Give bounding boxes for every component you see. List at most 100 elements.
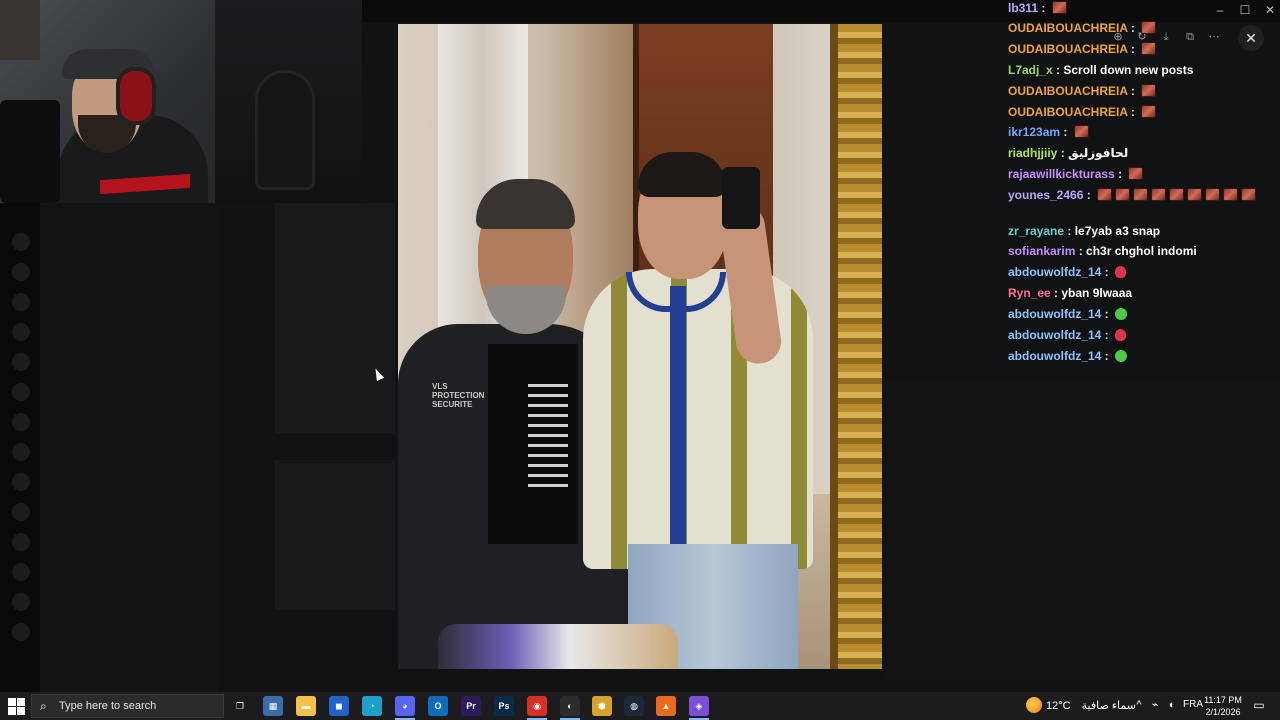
server-icon[interactable] <box>12 323 30 341</box>
chat-message: L7adj_x : Scroll down new posts <box>1008 62 1193 80</box>
chat-emote-icon <box>1141 21 1157 34</box>
chevron-up-icon[interactable]: ^ <box>1132 698 1146 712</box>
chat-separator: : <box>1083 188 1095 202</box>
chat-emote-icon <box>1133 188 1149 201</box>
windows-start-icon[interactable] <box>6 696 26 716</box>
chat-username[interactable]: OUDAIBOUACHREIA <box>1008 21 1128 35</box>
chat-username[interactable]: lb311 <box>1008 1 1038 15</box>
clock-time: 11:17 PM <box>1204 695 1242 705</box>
young-man-hair <box>638 152 726 197</box>
shirt-placket <box>670 286 686 566</box>
weather-widget[interactable]: 12°C سماء صافية <box>1046 699 1136 712</box>
chat-message: sofiankarim : ch3r chghol indomi <box>1008 243 1197 261</box>
steam-icon[interactable]: ◍ <box>624 696 644 716</box>
obs-icon[interactable]: ◐ <box>560 696 580 716</box>
shirt-graphic <box>528 384 568 494</box>
chat-emote-icon <box>1141 84 1157 97</box>
discord-icon[interactable]: ◕ <box>395 696 415 716</box>
chat-separator: : <box>1101 349 1113 363</box>
server-icon[interactable] <box>12 443 30 461</box>
chrome-icon[interactable]: ◉ <box>527 696 547 716</box>
network-icon[interactable]: ⌁ <box>1148 698 1162 712</box>
chat-username[interactable]: OUDAIBOUACHREIA <box>1008 84 1128 98</box>
counter-items <box>438 624 678 669</box>
chat-message: rajaawillkickturass : <box>1008 166 1144 184</box>
vlc-icon[interactable]: ▲ <box>656 696 676 716</box>
chat-text: لحافوزليق <box>1068 146 1129 160</box>
vest-badge: VLS PROTECTION SECURITE <box>432 382 485 409</box>
chat-separator: : <box>1127 42 1139 56</box>
chat-separator: : <box>1075 244 1087 258</box>
webcam-shelf <box>0 0 40 60</box>
windows-app-icon[interactable]: ◼ <box>329 696 349 716</box>
server-icon[interactable] <box>12 233 30 251</box>
channel-list <box>40 203 220 692</box>
chat-text: ch3r chghol indomi <box>1086 244 1197 258</box>
server-icon[interactable] <box>12 293 30 311</box>
chat-separator: : <box>1114 167 1126 181</box>
chat-emote-icon <box>1141 42 1157 55</box>
chat-username[interactable]: sofiankarim <box>1008 244 1075 258</box>
premiere-icon[interactable]: Pr <box>461 696 481 716</box>
chat-emote-icon <box>1073 125 1089 138</box>
webcam-motorbike <box>255 70 315 190</box>
chat-username[interactable]: rajaawillkickturass <box>1008 167 1115 181</box>
outlook-icon[interactable]: O <box>428 696 448 716</box>
chat-username[interactable]: zr_rayane <box>1008 224 1064 238</box>
server-icon[interactable] <box>12 533 30 551</box>
chat-username[interactable]: OUDAIBOUACHREIA <box>1008 105 1128 119</box>
clock[interactable]: 11:17 PM 2/1/2026 <box>1203 694 1243 718</box>
chat-separator: : <box>1052 63 1064 77</box>
chat-separator: : <box>1101 265 1113 279</box>
chat-message: abdouwolfdz_14 : <box>1008 264 1127 282</box>
chat-username[interactable]: ikr123am <box>1008 125 1060 139</box>
chat-username[interactable]: OUDAIBOUACHREIA <box>1008 42 1128 56</box>
server-icon[interactable] <box>12 473 30 491</box>
task-view-icon[interactable]: ❐ <box>230 696 250 716</box>
viewer-image[interactable]: VLS PROTECTION SECURITE <box>398 24 882 669</box>
shield-app-icon[interactable]: ⬢ <box>592 696 612 716</box>
chat-username[interactable]: riadhjjiiy <box>1008 146 1057 160</box>
chat-separator: : <box>1057 146 1069 160</box>
chat-emote-icon <box>1187 188 1203 201</box>
server-icon[interactable] <box>12 593 30 611</box>
chat-message: abdouwolfdz_14 : <box>1008 348 1128 366</box>
weather-icon[interactable] <box>1026 697 1042 713</box>
chat-username[interactable]: Ryn_ee <box>1008 286 1051 300</box>
stream-chat: lb311 : OUDAIBOUACHREIA : OUDAIBOUACHREI… <box>1006 0 1280 370</box>
taskbar-search-box[interactable]: ⌕ Type here to search <box>31 694 224 718</box>
server-icon[interactable] <box>12 353 30 371</box>
twitch-app-icon[interactable]: ◈ <box>689 696 709 716</box>
chat-message: younes_2466 : <box>1008 187 1278 221</box>
volume-icon[interactable]: ◖ <box>1164 698 1178 712</box>
server-icon[interactable] <box>12 563 30 581</box>
server-icon[interactable] <box>12 413 30 431</box>
photoshop-icon[interactable]: Ps <box>494 696 514 716</box>
notifications-icon[interactable]: ▭ <box>1252 698 1266 712</box>
microsoft-store-icon[interactable]: ▦ <box>263 696 283 716</box>
chat-username[interactable]: L7adj_x <box>1008 63 1053 77</box>
chat-username[interactable]: abdouwolfdz_14 <box>1008 349 1101 363</box>
chat-message: abdouwolfdz_14 : <box>1008 306 1128 324</box>
chat-username[interactable]: abdouwolfdz_14 <box>1008 307 1101 321</box>
edge-icon[interactable]: ◔ <box>362 696 382 716</box>
phone <box>722 167 760 229</box>
chat-username[interactable]: abdouwolfdz_14 <box>1008 265 1101 279</box>
weather-temperature: 12°C <box>1046 700 1071 712</box>
chat-separator: : <box>1064 224 1075 238</box>
language-indicator[interactable]: FRA <box>1183 699 1203 710</box>
chat-emote-icon <box>1115 308 1128 320</box>
server-icon[interactable] <box>12 503 30 521</box>
server-icon[interactable] <box>12 383 30 401</box>
chat-emote-icon <box>1169 188 1185 201</box>
chat-username[interactable]: younes_2466 <box>1008 188 1083 202</box>
server-icon[interactable] <box>12 263 30 281</box>
chat-separator: : <box>1060 125 1071 139</box>
chat-emote-icon <box>1115 350 1128 362</box>
chat-username[interactable]: abdouwolfdz_14 <box>1008 328 1101 342</box>
chat-message: OUDAIBOUACHREIA : <box>1008 20 1157 38</box>
chat-separator: : <box>1101 328 1113 342</box>
file-explorer-icon[interactable]: ▬ <box>296 696 316 716</box>
server-icon[interactable] <box>12 623 30 641</box>
chat-message: OUDAIBOUACHREIA : <box>1008 104 1157 122</box>
